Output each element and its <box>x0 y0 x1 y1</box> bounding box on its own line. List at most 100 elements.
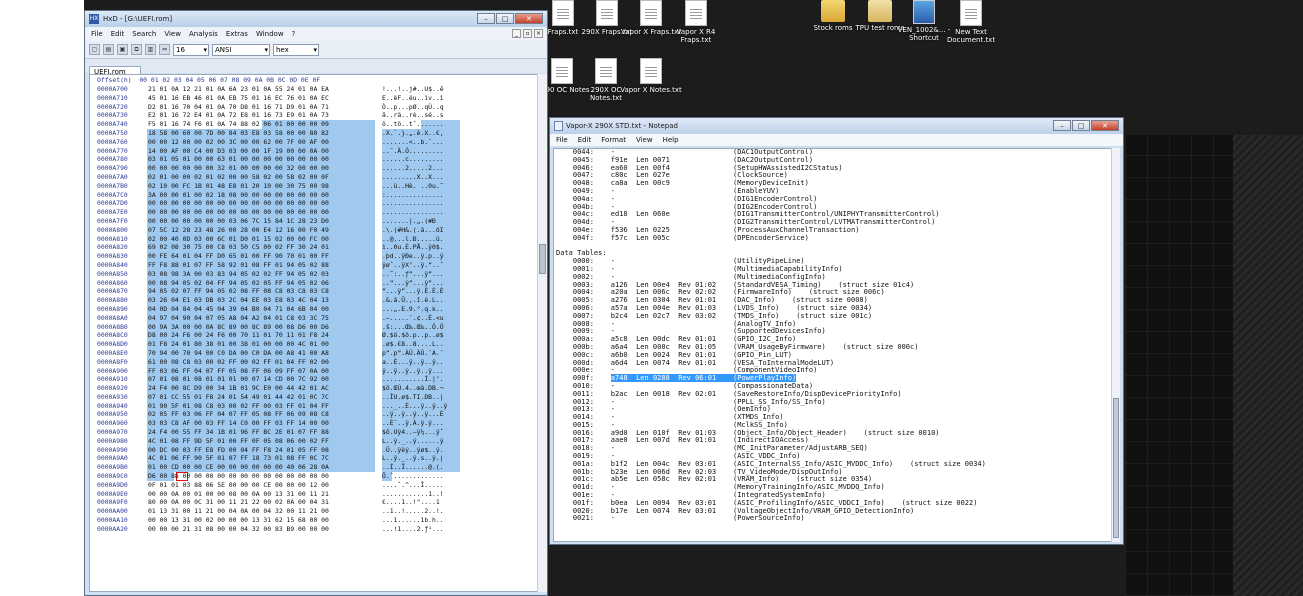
hex-row[interactable]: 0000A800 07 5C 12 28 23 48 26 00 28 00 E4… <box>90 225 538 235</box>
hex-bytes[interactable]: 14 00 AF 00 C4 00 D3 03 00 00 1F 19 00 0… <box>148 147 329 156</box>
menu-extras[interactable]: Extras <box>226 30 248 38</box>
hex-ascii[interactable]: ......c......... <box>382 155 444 164</box>
hex-row[interactable]: 0000A950 02 05 FF 03 06 FF 04 07 FF 05 08… <box>90 410 538 420</box>
open-file-icon[interactable]: ▤ <box>103 44 114 55</box>
hex-bytes[interactable]: 03 01 05 01 00 00 63 01 00 00 00 00 00 0… <box>148 155 329 164</box>
hex-row[interactable]: 0000A8C0 D8 00 24 F6 00 24 F6 00 70 11 01… <box>90 331 538 341</box>
hex-ascii[interactable]: ..ÌU.ø$.TI.DB..| <box>382 393 444 402</box>
hex-bytes[interactable]: 18 58 00 60 00 7D 00 84 03 E8 03 58 00 0… <box>148 129 329 138</box>
hex-ascii[interactable]: ......2.....2... <box>382 164 444 173</box>
hex-ascii[interactable]: ................ <box>382 199 444 208</box>
minimize-button[interactable]: – <box>1053 120 1071 131</box>
hex-ascii[interactable]: ..¯.Ä.Ó......... <box>382 147 444 156</box>
hex-bytes[interactable]: 00 00 00 00 00 00 00 00 00 00 00 00 00 0… <box>148 199 329 208</box>
minimize-button[interactable]: – <box>477 13 495 24</box>
hex-bytes[interactable]: 01 13 31 00 11 21 00 04 0A 00 04 32 00 1… <box>148 507 329 516</box>
menu-edit[interactable]: Edit <box>111 30 125 38</box>
hex-row[interactable]: 0000A810 02 00 40 0D 03 00 6C 01 D0 01 15… <box>90 234 538 244</box>
hex-bytes[interactable]: 00 FE 64 01 04 FF D0 65 01 00 FF 90 70 0… <box>148 252 329 261</box>
hex-bytes[interactable]: 03 03 C8 AF 00 03 FF 14 C0 00 FF 03 FF 1… <box>148 419 329 428</box>
hex-row[interactable]: 0000A880 03 26 04 E1 03 DB 03 2C 04 EE 03… <box>90 296 538 305</box>
close-button[interactable]: ✕ <box>1091 120 1119 131</box>
hex-bytes[interactable]: 01 90 5F 01 08 C8 03 00 02 FF 00 03 FF 0… <box>148 402 329 411</box>
mdi-restore-button[interactable]: ▫ <box>523 29 532 38</box>
hex-bytes[interactable]: 3A 00 00 01 00 02 18 08 00 00 00 00 00 0… <box>148 191 329 200</box>
hex-bytes[interactable]: 69 02 08 30 75 00 C8 03 50 C5 00 02 FF 3… <box>148 243 329 252</box>
hex-row[interactable]: 0000AA00 01 13 31 00 11 21 00 04 0A 00 04… <box>90 507 538 516</box>
hex-row[interactable]: 0000A750 18 58 00 60 00 7D 00 84 03 E8 03… <box>90 128 538 138</box>
hex-bytes[interactable]: 00 DC 00 03 FF E8 FD 00 04 FF F8 24 01 0… <box>148 446 329 455</box>
hex-ascii[interactable]: .X.`.}.„.è.X..€‚ <box>382 129 444 138</box>
hex-bytes[interactable]: 24 F4 00 8C D9 00 34 1B 01 9C E0 00 44 4… <box>148 384 329 393</box>
menu-help[interactable]: Help <box>663 136 679 144</box>
notepad-title-bar[interactable]: Vapor-X 290X STD.txt - Notepad – □ ✕ <box>550 118 1123 134</box>
hex-ascii[interactable]: ..1..!.....2..!. <box>382 507 444 516</box>
columns-select[interactable]: 16 <box>173 43 209 56</box>
hex-bytes[interactable]: 04 0D 04 84 04 45 04 39 04 B0 04 71 04 6… <box>148 305 329 314</box>
hex-bytes[interactable]: 80 00 0A 00 0C 31 00 11 21 22 00 02 0A 0… <box>148 498 329 507</box>
hex-row[interactable]: 0000AA20 00 00 00 21 31 08 00 00 04 32 00… <box>90 525 538 534</box>
hex-bytes[interactable]: F5 01 16 74 F6 01 0A 74 88 02 06 01 00 0… <box>148 120 329 129</box>
hex-editor-view[interactable]: Offset(h) 00 01 02 03 04 05 06 07 08 09 … <box>89 74 539 592</box>
hex-ascii[interactable]: ..˜:..ƒ”...ÿ”... <box>382 270 444 279</box>
hex-bytes[interactable]: 02 10 00 FC 1B 01 48 E8 01 20 10 00 30 7… <box>148 182 329 191</box>
hex-row[interactable]: 0000A8F0 61 00 08 C8 03 00 02 FF 00 02 FF… <box>90 357 538 367</box>
hex-bytes[interactable]: 00 00 13 31 00 02 00 00 00 13 31 62 15 6… <box>148 516 329 525</box>
hex-row[interactable]: 0000A7A0 02 01 00 00 02 01 02 00 00 58 02… <box>90 172 538 182</box>
hex-bytes[interactable]: 61 00 08 C8 03 00 02 FF 00 02 FF 01 04 F… <box>148 358 329 367</box>
hex-bytes[interactable]: 00 00 00 00 00 00 00 00 00 00 00 00 00 0… <box>148 208 329 217</box>
hex-ascii[interactable]: a..È...ÿ..ÿ..ÿ.. <box>382 358 444 367</box>
hex-bytes[interactable]: 00 9A 3A 00 00 0A 8C 89 00 8C 89 00 08 D… <box>148 323 329 332</box>
hex-row[interactable]: 0000A870 94 05 02 07 FF 94 05 02 08 FF 08… <box>90 287 538 297</box>
hex-bytes[interactable]: FF F8 88 01 07 FF 58 92 01 08 FF 01 94 0… <box>148 261 329 270</box>
hex-row[interactable]: 0000A760 00 00 12 00 00 02 00 3C 00 00 62… <box>90 137 538 147</box>
hex-bytes[interactable]: 00 00 00 21 31 08 00 00 04 32 00 83 B9 0… <box>148 525 329 534</box>
hex-row[interactable]: 0000A8E0 70 94 00 70 94 00 C0 DA 00 C0 DA… <box>90 348 538 358</box>
hex-ascii[interactable]: .........X..X... <box>382 173 444 182</box>
menu-search[interactable]: Search <box>132 30 156 38</box>
hex-ascii[interactable]: ...ü..Hè. ..0u.˜ <box>382 182 444 191</box>
hex-ascii[interactable]: i..0u.È.PÅ..ÿ0$. <box>382 243 444 252</box>
hex-bytes[interactable]: 04 97 04 90 04 07 05 A8 04 A2 04 01 C8 0… <box>148 314 329 323</box>
hex-row[interactable]: 0000A910 07 01 08 01 08 01 01 01 00 07 14… <box>90 375 538 385</box>
hex-bytes[interactable]: E2 01 16 72 E4 01 0A 72 E8 01 16 73 E9 0… <box>148 111 329 120</box>
hex-bytes[interactable]: 70 94 00 70 94 00 C0 DA 00 C0 DA 00 A8 4… <box>148 349 329 358</box>
hex-ascii[interactable]: .ø$.€8..8....L.. <box>382 340 444 349</box>
hex-bytes[interactable]: 94 05 02 07 FF 94 05 02 08 FF 08 C8 03 C… <box>148 287 329 296</box>
hex-row[interactable]: 0000A850 03 08 98 3A 00 03 83 94 05 02 02… <box>90 269 538 279</box>
hex-row[interactable]: 0000A730 E2 01 16 72 E4 01 0A 72 E8 01 16… <box>90 111 538 120</box>
menu-format[interactable]: Format <box>601 136 626 144</box>
menu-edit[interactable]: Edit <box>578 136 592 144</box>
hex-bytes[interactable]: 07 01 08 01 08 01 01 01 00 07 14 CD 00 7… <box>148 375 329 384</box>
hex-row[interactable]: 0000A790 00 00 00 00 00 00 32 01 00 00 00… <box>90 164 538 173</box>
hex-ascii[interactable]: ...„.E.9.°.q.k.. <box>382 305 444 314</box>
hex-row[interactable]: 0000A940 01 90 5F 01 08 C8 03 00 02 FF 00… <box>90 401 538 411</box>
hex-bytes[interactable]: 01 00 CD 00 00 CE 00 00 00 00 00 00 40 0… <box>148 463 329 472</box>
hex-ascii[interactable]: ÿ..ÿ..ÿ..ÿ..ÿ... <box>382 367 444 376</box>
hex-bytes[interactable]: 00 00 00 00 00 00 32 01 00 00 00 00 32 0… <box>148 164 329 173</box>
hex-ascii[interactable]: Ø.$ö.$ö.p..p..ø$ <box>382 331 444 340</box>
hex-bytes[interactable]: 07 5C 12 28 23 48 26 00 28 00 E4 12 16 0… <box>148 226 329 235</box>
hex-row[interactable]: 0000A980 4C 01 08 FF 9D 5F 01 00 FF 0F 05… <box>90 436 538 446</box>
hex-ascii[interactable]: ..È¯..ÿ.À.ÿ.ÿ... <box>382 419 444 428</box>
hex-bytes[interactable]: 21 01 0A 12 21 01 0A 6A 23 01 0A 55 24 0… <box>148 85 329 94</box>
hex-row[interactable]: 0000A9F0 80 00 0A 00 0C 31 00 11 21 22 00… <box>90 498 538 507</box>
hex-ascii[interactable]: Ò..p...pØ..qÙ..q <box>382 103 444 112</box>
hex-ascii[interactable]: $ô.ŒÙ.4..œà.DB.¬ <box>382 384 444 393</box>
hex-ascii[interactable]: ..Í..Î......@.(. <box>382 463 444 472</box>
hex-row[interactable]: 0000A990 00 DC 00 03 FF E8 FD 00 04 FF F8… <box>90 445 538 455</box>
hex-row[interactable]: 0000A820 69 02 08 30 75 00 C8 03 50 C5 00… <box>90 243 538 253</box>
hex-row[interactable]: 0000AA10 00 00 13 31 00 02 00 00 00 13 31… <box>90 516 538 525</box>
hex-ascii[interactable]: p”.p”.ÀÚ.ÀÚ.¨A.¨ <box>382 349 444 358</box>
hex-ascii[interactable]: .—.....¨.¢..È.<u <box>382 314 444 323</box>
hex-bytes[interactable]: FF 03 06 FF 04 07 FF 05 08 FF 06 09 FF 0… <box>148 367 329 376</box>
hex-row[interactable]: 0000A930 07 01 CC 55 01 F8 24 01 54 49 01… <box>90 392 538 402</box>
hex-ascii[interactable]: .......<..b.¯... <box>382 138 444 147</box>
menu-view[interactable]: View <box>164 30 181 38</box>
columns-icon[interactable]: ⇔ <box>159 44 170 55</box>
hex-bytes[interactable]: 00 00 0A 00 01 00 00 08 00 0A 00 13 31 0… <box>148 490 329 499</box>
hxd-title-bar[interactable]: HX HxD - [G:\UEFI.rom] – □ ✕ <box>85 11 547 27</box>
hex-ascii[interactable]: ..”...ÿ”...ÿ”... <box>382 279 444 288</box>
hex-bytes[interactable]: 24 F4 00 55 FF 34 1B 01 96 FF BC 2E 01 0… <box>148 428 329 437</box>
hex-bytes[interactable]: 02 01 00 00 02 01 02 00 00 58 02 00 58 0… <box>148 173 329 182</box>
